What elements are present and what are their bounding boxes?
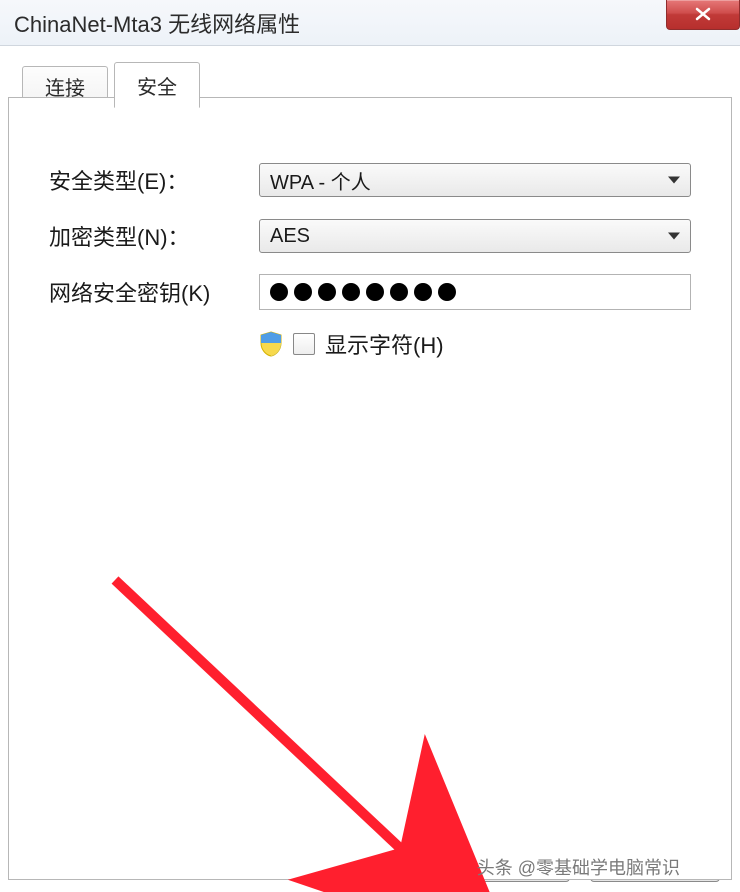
row-encryption-type: 加密类型(N)： AES <box>49 216 691 256</box>
password-dot <box>270 283 288 301</box>
tab-security[interactable]: 安全 <box>114 62 200 108</box>
security-key-input[interactable] <box>259 274 691 310</box>
client-area: 连接 安全 安全类型(E)： WPA - 个人 加密类型(N)： AES <box>0 46 740 892</box>
window-title: ChinaNet-Mta3 无线网络属性 <box>14 7 300 39</box>
show-characters-checkbox[interactable] <box>293 333 315 355</box>
security-type-combobox[interactable]: WPA - 个人 <box>259 163 691 197</box>
encryption-type-label: 加密类型(N)： <box>49 220 259 252</box>
encryption-type-combobox[interactable]: AES <box>259 219 691 253</box>
password-mask <box>270 283 456 301</box>
security-type-value: WPA - 个人 <box>270 166 371 195</box>
password-dot <box>318 283 336 301</box>
password-dot <box>294 283 312 301</box>
show-characters-label: 显示字符(H) <box>325 328 444 360</box>
row-security-type: 安全类型(E)： WPA - 个人 <box>49 160 691 200</box>
row-security-key: 网络安全密钥(K) <box>49 272 691 312</box>
password-dot <box>342 283 360 301</box>
password-dot <box>438 283 456 301</box>
password-dot <box>390 283 408 301</box>
password-dot <box>414 283 432 301</box>
close-button[interactable] <box>666 0 740 30</box>
titlebar[interactable]: ChinaNet-Mta3 无线网络属性 <box>0 0 740 46</box>
close-icon <box>694 6 712 24</box>
tab-strip: 连接 安全 <box>14 56 726 100</box>
chevron-down-icon <box>668 233 680 240</box>
tab-panel-security: 安全类型(E)： WPA - 个人 加密类型(N)： AES 网络安全密钥(K) <box>8 97 732 880</box>
chevron-down-icon <box>668 177 680 184</box>
row-show-characters: 显示字符(H) <box>259 328 691 360</box>
security-key-label: 网络安全密钥(K) <box>49 276 259 308</box>
tab-security-label: 安全 <box>137 71 177 100</box>
dialog-window: ChinaNet-Mta3 无线网络属性 连接 安全 安全类型(E)： WPA … <box>0 0 740 892</box>
encryption-type-value: AES <box>270 225 310 248</box>
shield-icon <box>259 331 283 357</box>
security-type-label: 安全类型(E)： <box>49 164 259 196</box>
password-dot <box>366 283 384 301</box>
